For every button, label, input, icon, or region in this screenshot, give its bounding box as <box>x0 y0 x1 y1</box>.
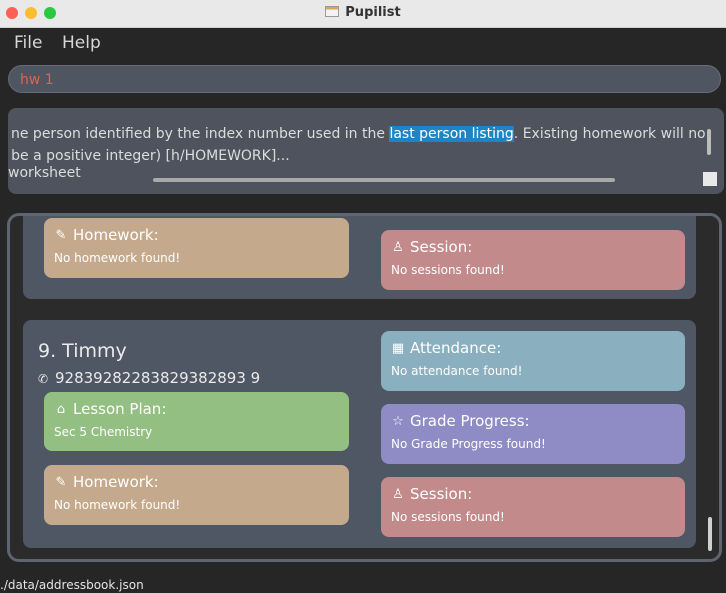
lesson-plan-card: ⌂ Lesson Plan: Sec 5 Chemistry <box>44 392 349 451</box>
title-bar: Pupilist <box>0 0 726 28</box>
lesson-plan-value: Sec 5 Chemistry <box>54 425 153 439</box>
menu-file[interactable]: File <box>14 33 42 53</box>
graduation-cap-icon: ⌂ <box>56 401 66 417</box>
homework-value: No homework found! <box>54 251 181 265</box>
phone-icon: ✆ <box>38 372 49 386</box>
command-box <box>8 65 721 93</box>
attendance-label: Attendance: <box>410 339 502 357</box>
session-label: Session: <box>410 485 473 503</box>
star-icon: ☆ <box>392 413 404 429</box>
person-phone: ✆ 92839282283829382893 9 <box>38 369 260 387</box>
result-line-1: ne person identified by the index number… <box>11 126 706 142</box>
result-horizontal-scrollbar[interactable] <box>153 178 615 182</box>
session-label: Session: <box>410 238 473 256</box>
result-line-1-pre: ne person identified by the index number… <box>11 126 390 142</box>
window-title: Pupilist <box>345 5 401 20</box>
homework-value: No homework found! <box>54 498 181 512</box>
menu-help[interactable]: Help <box>62 33 101 53</box>
data-file-path: ./data/addressbook.json <box>0 578 144 592</box>
person-list: ✎ Homework: No homework found! ♙ Session… <box>7 213 722 562</box>
homework-title: ✎ Homework: <box>54 473 339 491</box>
result-display: ne person identified by the index number… <box>8 108 724 194</box>
menu-bar: File Help <box>0 28 726 58</box>
grade-progress-card: ☆ Grade Progress: No Grade Progress foun… <box>381 404 685 464</box>
person-card-timmy[interactable]: 9. Timmy ✆ 92839282283829382893 9 ⌂ Lesso… <box>23 320 696 548</box>
person-icon: ♙ <box>392 486 404 502</box>
session-card: ♙ Session: No sessions found! <box>381 230 685 290</box>
homework-label: Homework: <box>73 473 159 491</box>
person-name: 9. Timmy <box>38 340 127 362</box>
result-line-2: : be a positive integer) [h/HOMEWORK]... <box>8 148 290 164</box>
calendar-icon: ▦ <box>391 340 405 356</box>
session-value: No sessions found! <box>391 263 505 277</box>
result-scroll-corner <box>703 172 717 186</box>
session-value: No sessions found! <box>391 510 505 524</box>
attendance-title: ▦ Attendance: <box>391 339 675 357</box>
homework-label: Homework: <box>73 226 159 244</box>
lesson-plan-title: ⌂ Lesson Plan: <box>54 400 339 418</box>
grade-progress-label: Grade Progress: <box>410 412 530 430</box>
pencil-icon: ✎ <box>55 474 67 490</box>
person-list-scrollbar[interactable] <box>708 517 712 551</box>
person-card[interactable]: ✎ Homework: No homework found! ♙ Session… <box>23 216 696 299</box>
person-icon: ♙ <box>392 239 404 255</box>
pencil-icon: ✎ <box>55 227 67 243</box>
lesson-plan-label: Lesson Plan: <box>73 400 167 418</box>
app-window: Pupilist File Help ne person identified … <box>0 0 726 593</box>
result-line-1-post: . Existing homework will no <box>513 126 706 142</box>
homework-card: ✎ Homework: No homework found! <box>44 465 349 525</box>
attendance-card: ▦ Attendance: No attendance found! <box>381 331 685 391</box>
result-vertical-scrollbar[interactable] <box>707 129 711 155</box>
homework-title: ✎ Homework: <box>54 226 339 244</box>
grade-progress-value: No Grade Progress found! <box>391 437 546 451</box>
app-icon <box>325 6 340 17</box>
result-highlight: last person listing <box>389 126 514 142</box>
command-input[interactable] <box>18 71 702 89</box>
session-title: ♙ Session: <box>391 238 675 256</box>
grade-progress-title: ☆ Grade Progress: <box>391 412 675 430</box>
attendance-value: No attendance found! <box>391 364 523 378</box>
window-title-container: Pupilist <box>0 5 726 20</box>
result-line-3: worksheet <box>8 165 81 181</box>
homework-card: ✎ Homework: No homework found! <box>44 218 349 278</box>
phone-number: 92839282283829382893 9 <box>55 369 261 387</box>
status-bar: ./data/addressbook.json <box>0 578 726 593</box>
session-card: ♙ Session: No sessions found! <box>381 477 685 537</box>
session-title: ♙ Session: <box>391 485 675 503</box>
